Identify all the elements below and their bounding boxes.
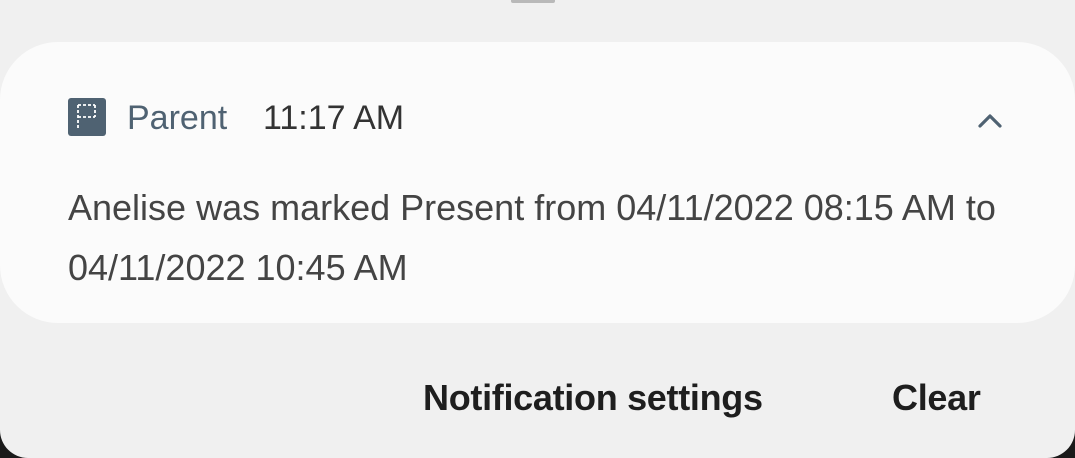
notification-time: 11:17 AM <box>263 99 405 137</box>
notification-message: Anelise was marked Present from 04/11/20… <box>68 187 996 288</box>
flag-icon <box>68 98 106 136</box>
notification-panel: Parent 11:17 AM Anelise was marked Prese… <box>0 0 1075 458</box>
notification-settings-button[interactable]: Notification settings <box>423 376 763 420</box>
clear-button[interactable]: Clear <box>892 376 981 420</box>
drag-handle[interactable] <box>511 0 555 3</box>
app-name: Parent <box>127 99 228 137</box>
collapse-button[interactable] <box>968 100 1012 138</box>
chevron-up-icon <box>968 100 1012 138</box>
